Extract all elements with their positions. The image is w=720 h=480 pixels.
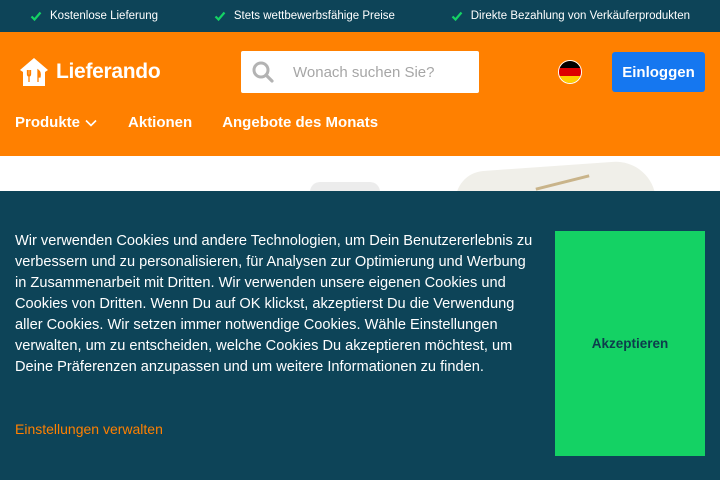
nav-item-produkte[interactable]: Produkte — [15, 114, 98, 131]
chevron-down-icon — [85, 119, 97, 127]
search-icon[interactable] — [251, 60, 275, 84]
german-flag-icon[interactable] — [558, 60, 582, 84]
accept-cookies-button[interactable]: Akzeptieren — [555, 231, 705, 456]
nav-item-label: Produkte — [15, 114, 81, 131]
nav-item-aktionen[interactable]: Aktionen — [128, 114, 192, 131]
usp-item-direct-payment: Direkte Bezahlung von Verkäuferprodukten — [451, 10, 690, 22]
search-bar[interactable] — [241, 51, 479, 93]
nav-item-label: Angebote des Monats — [222, 114, 379, 131]
site-header: Lieferando Einloggen Produkte Aktionen A… — [0, 32, 720, 156]
manage-settings-link[interactable]: Einstellungen verwalten — [15, 421, 163, 437]
lieferando-logo[interactable]: Lieferando — [18, 56, 161, 88]
usp-label: Stets wettbewerbsfähige Preise — [233, 10, 395, 22]
cookie-text: Wir verwenden Cookies und andere Technol… — [15, 233, 533, 375]
logo-wordmark: Lieferando — [56, 60, 161, 83]
login-button[interactable]: Einloggen — [612, 52, 705, 92]
main-nav: Produkte Aktionen Angebote des Monats — [15, 114, 408, 131]
nav-item-angebote[interactable]: Angebote des Monats — [222, 114, 378, 131]
check-icon — [451, 11, 463, 22]
cookie-banner: Wir verwenden Cookies und andere Technol… — [0, 191, 720, 480]
usp-bar: Kostenlose Lieferung Stets wettbewerbsfä… — [0, 0, 720, 32]
hero-image — [0, 156, 720, 196]
usp-item-prices: Stets wettbewerbsfähige Preise — [214, 10, 395, 22]
usp-label: Kostenlose Lieferung — [50, 10, 159, 22]
usp-label: Direkte Bezahlung von Verkäuferprodukten — [470, 10, 690, 22]
check-icon — [214, 11, 226, 22]
usp-item-free-delivery: Kostenlose Lieferung — [30, 10, 158, 22]
house-fork-knife-icon — [20, 58, 48, 86]
nav-item-label: Aktionen — [128, 114, 193, 131]
check-icon — [30, 11, 42, 22]
search-input[interactable] — [293, 63, 473, 81]
